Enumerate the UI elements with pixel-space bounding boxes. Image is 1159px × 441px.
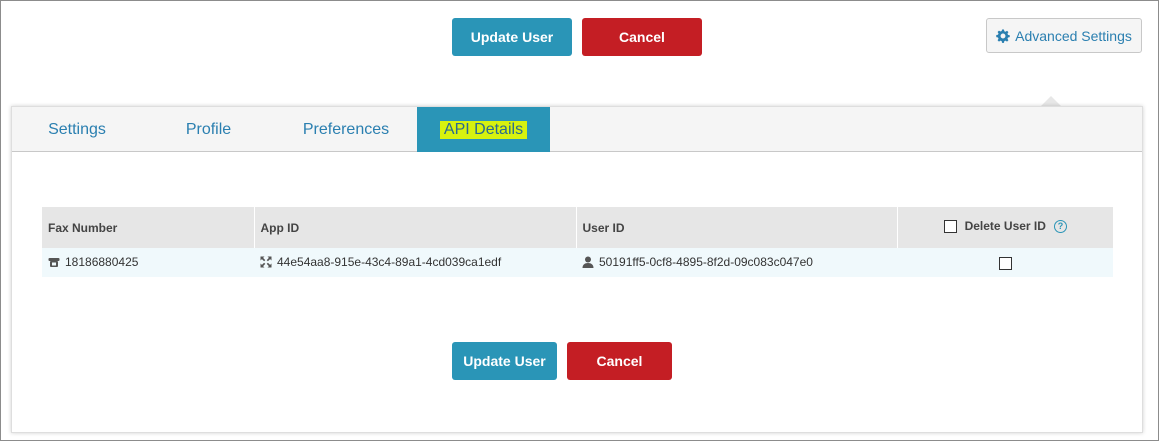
advanced-settings-button[interactable]: Advanced Settings (986, 18, 1142, 53)
tab-api-details-label: API Details (439, 120, 528, 139)
delete-all-checkbox[interactable] (943, 219, 957, 233)
column-header-user-id: User ID (576, 207, 898, 248)
delete-user-id-label: Delete User ID (964, 219, 1046, 234)
user-id-value: 50191ff5-0cf8-4895-8f2d-09c083c047e0 (599, 254, 813, 269)
update-user-button-top[interactable]: Update User (452, 18, 572, 56)
delete-user-id-checkbox[interactable] (998, 256, 1012, 270)
user-id-cell: 50191ff5-0cf8-4895-8f2d-09c083c047e0 (576, 248, 897, 277)
update-user-button-bottom[interactable]: Update User (452, 342, 557, 380)
tab-profile[interactable]: Profile (142, 107, 275, 152)
tab-preferences[interactable]: Preferences (275, 107, 417, 152)
expand-icon (260, 256, 272, 267)
table-row: 18186880425 44e54aa8-915e-43c4-89a1-4cd0… (42, 248, 1113, 277)
app-id-value: 44e54aa8-915e-43c4-89a1-4cd039ca1edf (277, 254, 502, 269)
tab-settings-label: Settings (48, 120, 106, 138)
phone-icon (48, 257, 60, 267)
app-id-cell: 44e54aa8-915e-43c4-89a1-4cd039ca1edf (254, 248, 576, 277)
gear-icon (996, 28, 1010, 43)
help-icon[interactable]: ? (1053, 219, 1067, 233)
advanced-settings-label: Advanced Settings (1015, 27, 1132, 44)
api-details-table: Fax Number App ID User ID Delete User ID… (42, 207, 1113, 277)
tab-profile-label: Profile (185, 120, 232, 138)
column-header-fax-number: Fax Number (42, 207, 255, 248)
fax-number-value: 18186880425 (65, 254, 139, 269)
column-header-delete-user-id: Delete User ID ? (897, 207, 1113, 248)
fax-number-cell: 18186880425 (42, 248, 254, 277)
tab-bar: Settings Profile Preferences API Details (12, 107, 1142, 152)
tab-api-details[interactable]: API Details (417, 107, 550, 152)
tab-settings[interactable]: Settings (12, 107, 142, 152)
table-header-row: Fax Number App ID User ID Delete User ID… (42, 207, 1113, 248)
cancel-button-bottom[interactable]: Cancel (567, 342, 672, 380)
user-icon (582, 256, 594, 268)
api-details-panel: Settings Profile Preferences API Details… (11, 106, 1143, 433)
cancel-button-top[interactable]: Cancel (582, 18, 702, 56)
delete-user-id-cell (897, 248, 1113, 277)
column-header-app-id: App ID (254, 207, 577, 248)
tab-preferences-label: Preferences (302, 120, 390, 138)
